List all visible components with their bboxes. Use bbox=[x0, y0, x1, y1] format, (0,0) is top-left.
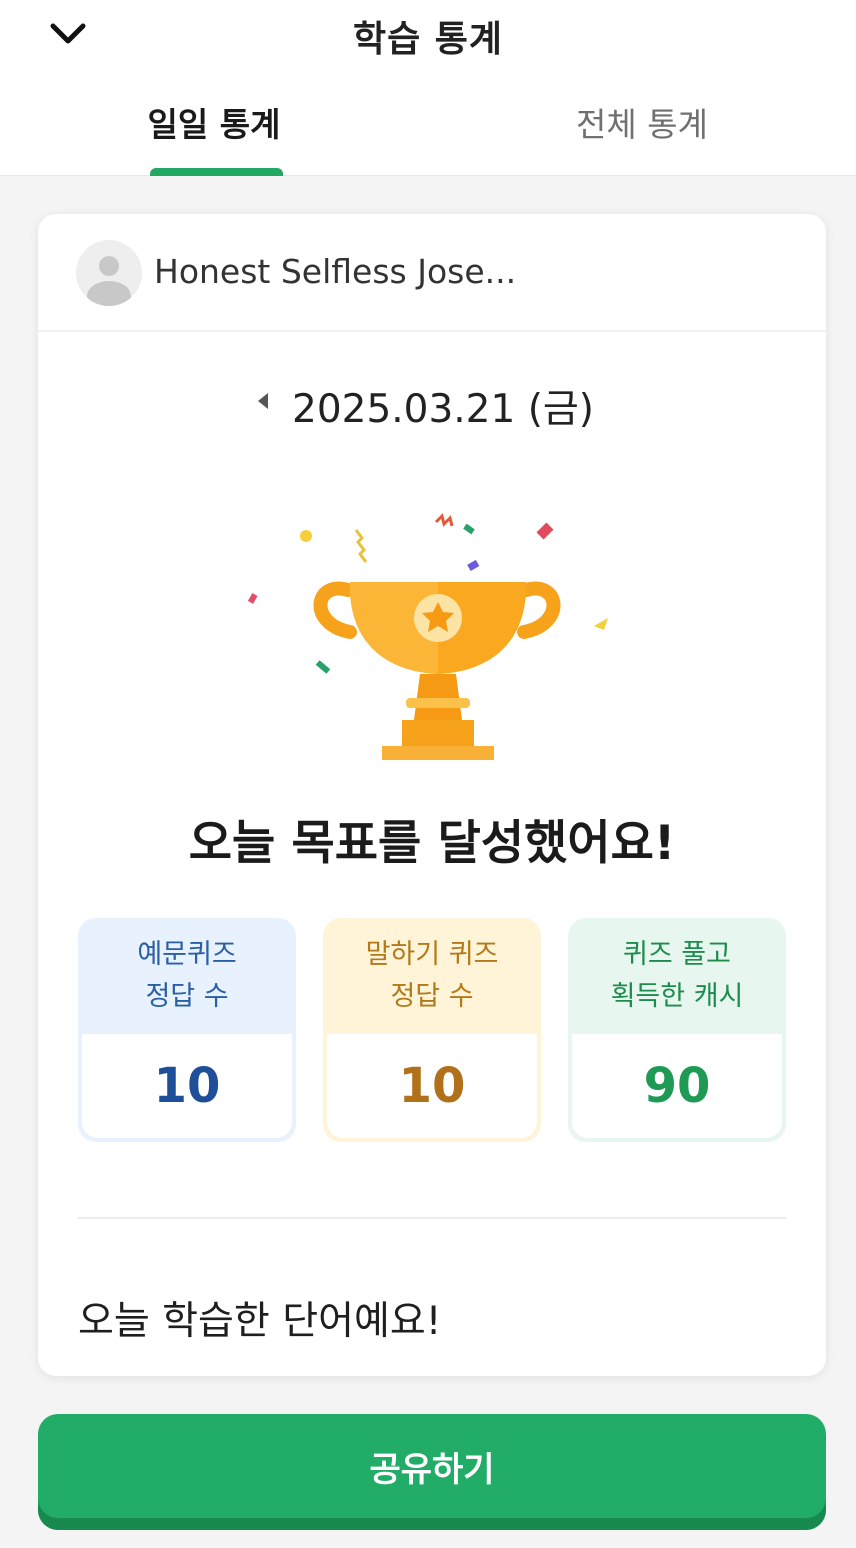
stat-label-line2: 획득한 캐시 bbox=[610, 981, 744, 1012]
stat-speaking-quiz: 말하기 퀴즈 정답 수 10 bbox=[323, 918, 541, 1142]
username: Honest Selfless Jose... bbox=[154, 252, 517, 291]
stat-label: 퀴즈 풀고 획득한 캐시 bbox=[568, 918, 786, 1034]
tab-overall-stats[interactable]: 전체 통계 bbox=[428, 96, 856, 176]
prev-date-button[interactable] bbox=[248, 386, 278, 416]
user-row: Honest Selfless Jose... bbox=[38, 214, 826, 332]
caret-left-icon bbox=[258, 393, 268, 409]
share-button[interactable]: 공유하기 bbox=[38, 1414, 826, 1530]
date-label: 2025.03.21 (금) bbox=[292, 387, 595, 432]
stat-value: 10 bbox=[327, 1034, 537, 1138]
tab-daily-stats[interactable]: 일일 통계 bbox=[0, 96, 428, 176]
stat-label-line2: 정답 수 bbox=[390, 981, 474, 1012]
date-selector: 2025.03.21 (금) bbox=[38, 374, 826, 434]
avatar bbox=[76, 240, 142, 306]
stat-value: 10 bbox=[82, 1034, 292, 1138]
tab-overall-label: 전체 통계 bbox=[576, 105, 708, 144]
daily-stats-card: Honest Selfless Jose... 2025.03.21 (금) 오… bbox=[38, 214, 826, 1376]
stat-label: 말하기 퀴즈 정답 수 bbox=[323, 918, 541, 1034]
achievement-message: 오늘 목표를 달성했어요! bbox=[188, 816, 676, 871]
trophy-illustration bbox=[238, 494, 638, 774]
stat-label-line1: 퀴즈 풀고 bbox=[623, 939, 731, 970]
stat-label-line1: 말하기 퀴즈 bbox=[365, 939, 499, 970]
learned-words-title: 오늘 학습한 단어예요! bbox=[78, 1299, 442, 1344]
stat-example-quiz: 예문퀴즈 정답 수 10 bbox=[78, 918, 296, 1142]
trophy-icon bbox=[247, 513, 608, 760]
stat-earned-cash: 퀴즈 풀고 획득한 캐시 90 bbox=[568, 918, 786, 1142]
stat-label-line2: 정답 수 bbox=[145, 981, 229, 1012]
stat-value: 90 bbox=[572, 1034, 782, 1138]
stat-label-line1: 예문퀴즈 bbox=[137, 939, 237, 970]
user-icon bbox=[87, 256, 131, 306]
active-tab-indicator bbox=[150, 168, 283, 176]
divider bbox=[78, 1217, 786, 1219]
tab-daily-label: 일일 통계 bbox=[147, 105, 281, 144]
page-title: 학습 통계 bbox=[352, 19, 503, 60]
stat-label: 예문퀴즈 정답 수 bbox=[78, 918, 296, 1034]
header: 학습 통계 일일 통계 전체 통계 bbox=[0, 0, 856, 176]
